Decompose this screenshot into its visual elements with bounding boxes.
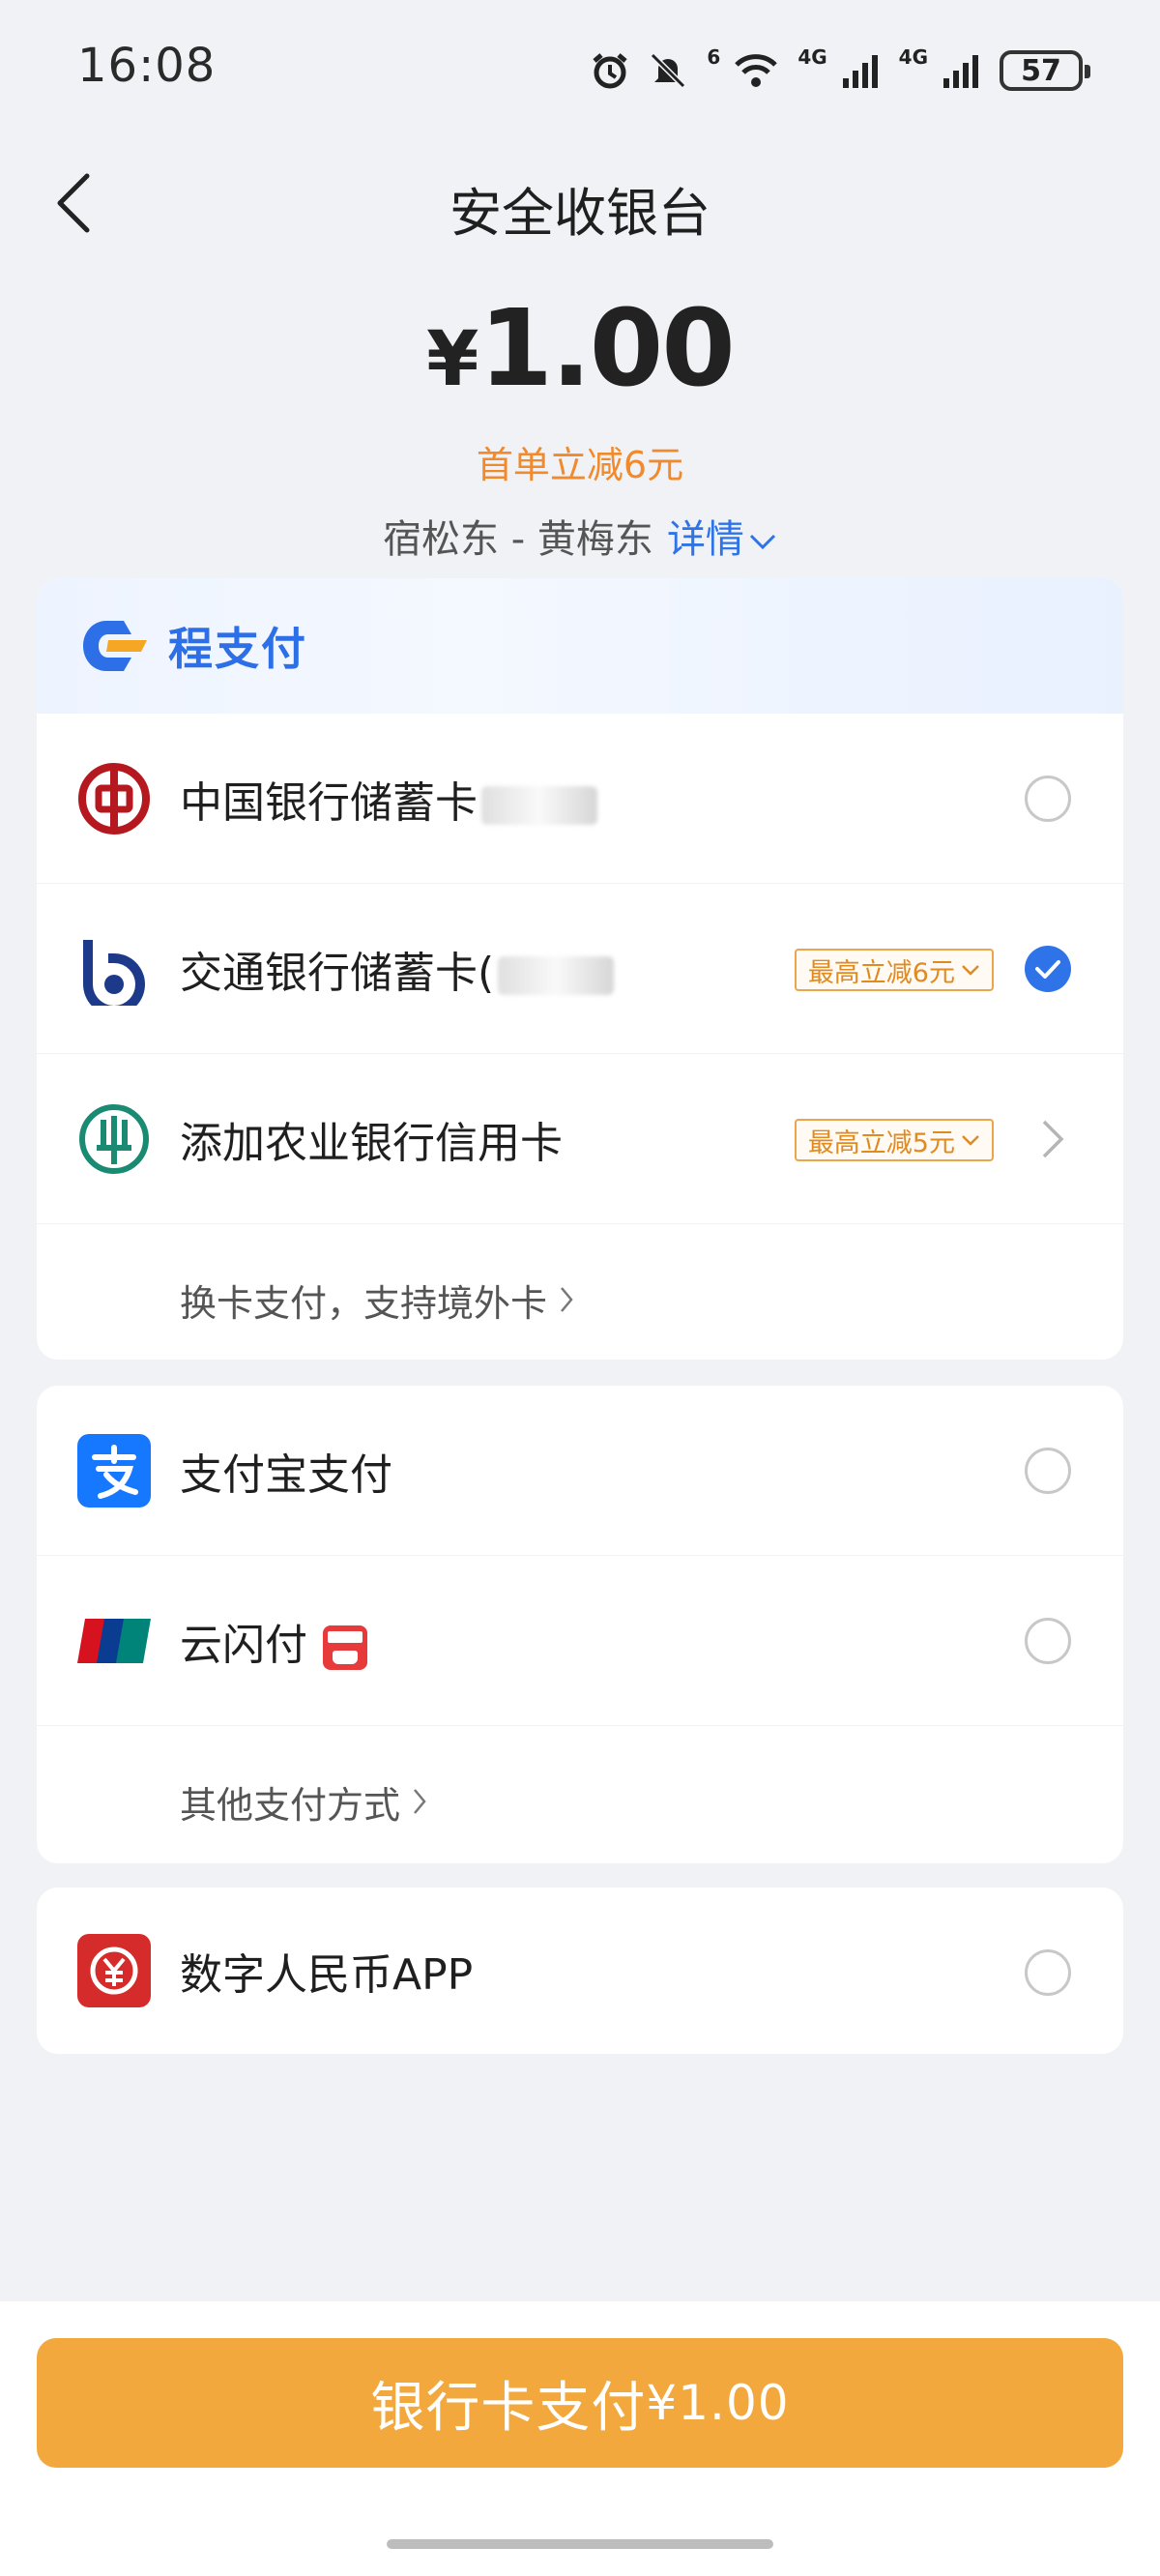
- amount-value: 1.00: [478, 286, 735, 410]
- promo-label: 最高立减5元: [807, 1127, 955, 1158]
- pay-button-amount: 1.00: [678, 2375, 790, 2431]
- header: 安全收银台: [0, 145, 1160, 261]
- alarm-icon: [593, 53, 628, 89]
- bank-name: 交通银行储蓄卡(: [180, 948, 495, 998]
- alipay-label: 支付宝支付: [180, 1449, 392, 1500]
- wifi-icon: [735, 54, 778, 87]
- details-link[interactable]: 详情: [667, 517, 777, 562]
- pay-button[interactable]: 银行卡支付 ¥1.00: [37, 2338, 1123, 2468]
- discount-note: 首单立减6元: [476, 444, 684, 486]
- unionpay-text: 云闪付: [180, 1620, 307, 1670]
- network-tag-1: 4G: [798, 45, 827, 69]
- alipay-option[interactable]: 支付宝支付: [37, 1386, 1123, 1556]
- chevron-right-icon: [414, 1789, 426, 1814]
- currency-symbol: ¥: [426, 316, 478, 403]
- promo-label: 最高立减6元: [807, 957, 955, 988]
- signal-icon: [943, 55, 978, 88]
- alipay-icon: [77, 1433, 151, 1508]
- promo-tag[interactable]: 最高立减5元: [794, 1119, 994, 1161]
- masked-card-number: [481, 785, 597, 825]
- home-indicator[interactable]: [387, 2539, 773, 2549]
- status-icons: 6 4G 4G 57: [591, 45, 1090, 95]
- radio-ecny[interactable]: [1025, 1949, 1071, 1996]
- radio-unionpay[interactable]: [1025, 1618, 1071, 1664]
- unionpay-icon: [77, 1618, 151, 1663]
- promo-tag[interactable]: 最高立减6元: [794, 949, 994, 991]
- cheng-pay-logo-icon: [83, 621, 147, 671]
- unionpay-label: 云闪付: [180, 1610, 367, 1672]
- page-title: 安全收银台: [450, 183, 710, 244]
- more-methods-label: 其他支付方式: [180, 1783, 401, 1827]
- yunshanfu-badge-icon: [323, 1625, 367, 1670]
- switch-card-label: 换卡支付，支持境外卡: [180, 1281, 548, 1325]
- network-tag-2: 4G: [898, 45, 928, 69]
- bank-label-boc: 中国银行储蓄卡: [180, 768, 597, 830]
- pay-button-label: 银行卡支付: [370, 2376, 647, 2440]
- route-row: 宿松东 - 黄梅东 详情: [0, 508, 1160, 564]
- masked-card-number: [498, 955, 615, 995]
- radio-alipay[interactable]: [1025, 1448, 1071, 1494]
- status-time: 16:08: [77, 39, 217, 93]
- pay-button-currency: ¥: [646, 2375, 679, 2431]
- unionpay-option[interactable]: 云闪付: [37, 1556, 1123, 1726]
- ecny-label: 数字人民币APP: [180, 1950, 474, 2000]
- order-amount: ¥1.00: [0, 295, 1160, 401]
- details-label: 详情: [666, 517, 744, 562]
- radio-boc[interactable]: [1025, 776, 1071, 822]
- bank-option-bocom[interactable]: 交通银行储蓄卡( 最高立减6元: [37, 884, 1123, 1054]
- bank-label-bocom: 交通银行储蓄卡(: [180, 938, 615, 1000]
- bank-option-boc[interactable]: 中国银行储蓄卡: [37, 714, 1123, 884]
- battery-icon: 57: [1000, 50, 1090, 91]
- switch-card-link[interactable]: 换卡支付，支持境外卡: [37, 1224, 1123, 1360]
- bottom-bar: 银行卡支付 ¥1.00: [0, 2301, 1160, 2576]
- cheng-pay-card: 程支付 中国银行储蓄卡 交通银行储蓄卡( 最高立减6元 添加农业银行信用卡 最高…: [37, 578, 1123, 1360]
- status-bar: 16:08 6 4G 4G 57: [0, 0, 1160, 145]
- bank-option-abc[interactable]: 添加农业银行信用卡 最高立减5元: [37, 1054, 1123, 1224]
- cheng-pay-brand: 程支付: [168, 623, 307, 675]
- mute-bell-icon: [651, 52, 686, 89]
- chevron-right-icon: [561, 1287, 573, 1312]
- chevron-right-icon: [1042, 1120, 1064, 1158]
- radio-bocom[interactable]: [1025, 946, 1071, 992]
- bank-label-abc: 添加农业银行信用卡: [180, 1118, 563, 1168]
- chevron-down-icon: [962, 1135, 979, 1146]
- other-payment-card: 支付宝支付 云闪付 其他支付方式: [37, 1386, 1123, 1863]
- ecny-icon: [77, 1934, 151, 2007]
- wifi-tag: 6: [707, 45, 721, 69]
- ecny-option[interactable]: 数字人民币APP: [37, 1888, 1123, 2054]
- boc-icon: [78, 762, 150, 834]
- cheng-pay-header: 程支付: [37, 578, 1123, 714]
- abc-icon: [79, 1103, 149, 1174]
- route-text: 宿松东 - 黄梅东: [383, 517, 653, 562]
- chevron-down-icon: [962, 965, 979, 976]
- signal-icon: [842, 55, 878, 88]
- bank-name: 中国银行储蓄卡: [180, 777, 478, 828]
- ecny-card: 数字人民币APP: [37, 1888, 1123, 2054]
- more-methods-link[interactable]: 其他支付方式: [37, 1726, 1123, 1863]
- bocom-icon: [83, 939, 145, 1006]
- chevron-down-icon: [749, 534, 775, 550]
- check-icon: [1035, 960, 1060, 979]
